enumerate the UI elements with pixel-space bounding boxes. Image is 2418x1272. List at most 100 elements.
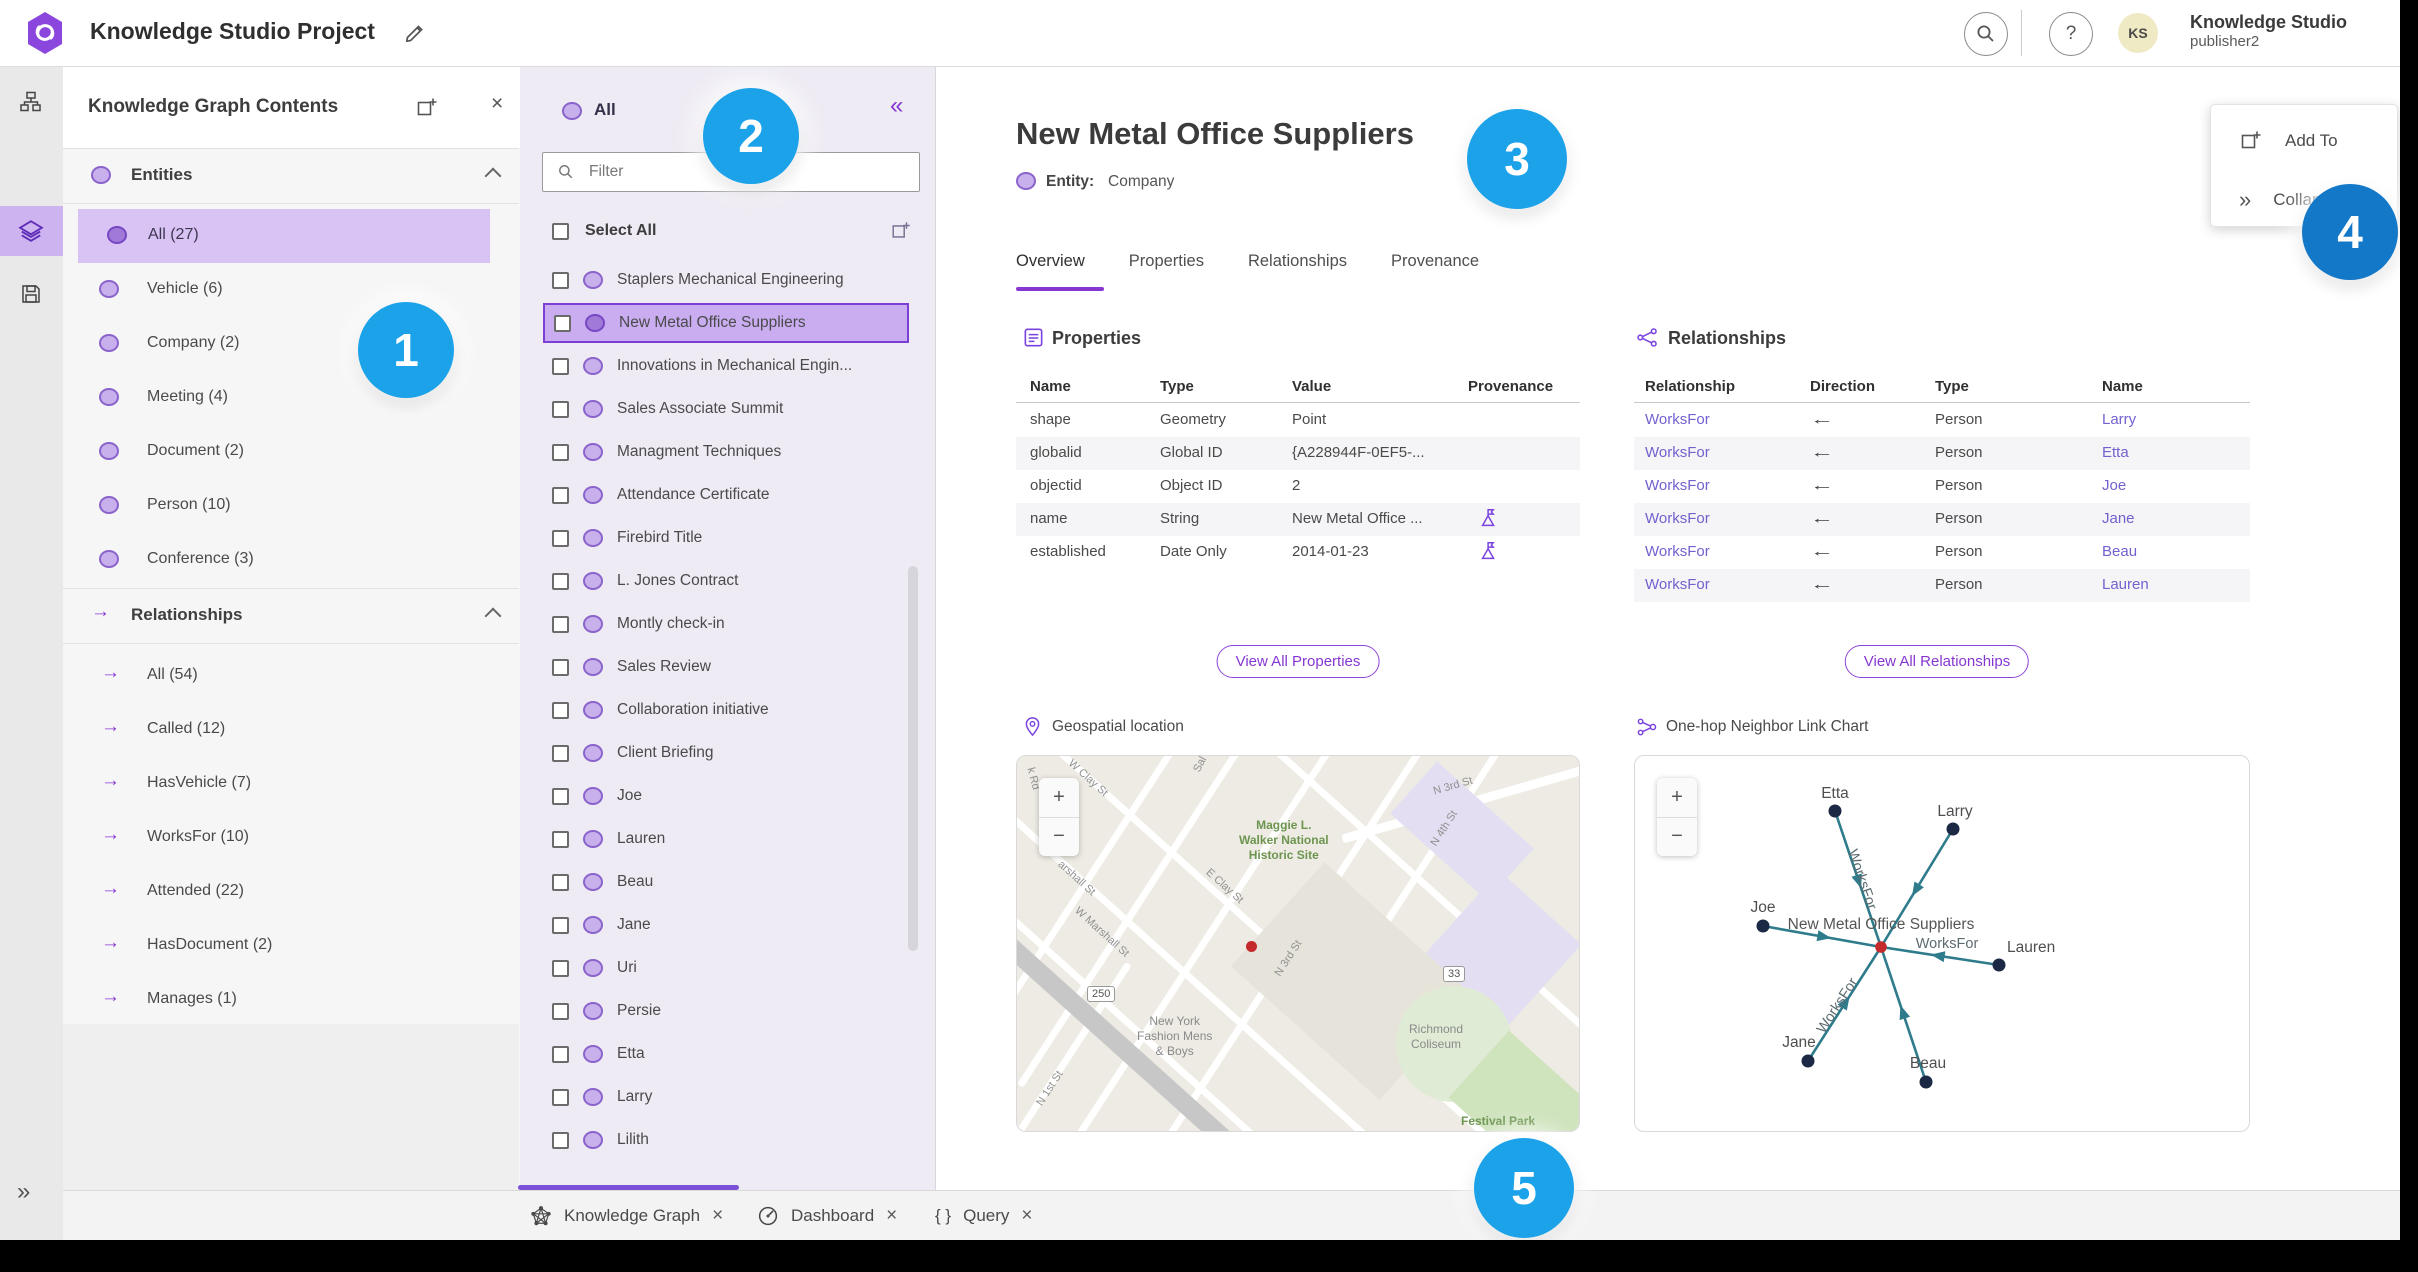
sidebar-item-entity[interactable]: Document (2) bbox=[63, 425, 519, 479]
tab-provenance[interactable]: Provenance bbox=[1391, 252, 1479, 271]
link-chart-card[interactable]: WorksFor WorksFor WorksFor Etta Larry Joe Laur… bbox=[1634, 755, 2250, 1132]
list-item[interactable]: Joe bbox=[532, 776, 922, 816]
sidebar-item-relationship[interactable]: → Called (12) bbox=[63, 703, 519, 757]
table-row[interactable]: objectid Object ID 2 bbox=[1016, 470, 1580, 503]
list-item[interactable]: Collaboration initiative bbox=[532, 690, 922, 730]
collapse-panel-button[interactable]: « bbox=[890, 92, 903, 120]
table-row[interactable]: name String New Metal Office ... bbox=[1016, 503, 1580, 536]
cell-relationship[interactable]: WorksFor bbox=[1645, 477, 1710, 494]
close-panel-button[interactable]: × bbox=[491, 92, 503, 116]
item-checkbox[interactable] bbox=[552, 1002, 569, 1020]
table-row[interactable]: established Date Only 2014-01-23 bbox=[1016, 536, 1580, 569]
table-row[interactable]: WorksFor ← Person Jane bbox=[1634, 503, 2250, 536]
item-checkbox[interactable] bbox=[552, 1088, 569, 1106]
add-to-map-button[interactable] bbox=[415, 96, 439, 120]
table-row[interactable]: globalid Global ID {A228944F-0EF5-... bbox=[1016, 437, 1580, 470]
view-tab-query[interactable]: { } Query × bbox=[935, 1191, 1033, 1241]
cell-relationship[interactable]: WorksFor bbox=[1645, 411, 1710, 428]
list-item[interactable]: Larry bbox=[532, 1077, 922, 1117]
sidebar-item-relationship[interactable]: → Attended (22) bbox=[63, 865, 519, 919]
zoom-out-button[interactable]: − bbox=[1657, 818, 1697, 857]
sidebar-item-entity[interactable]: Conference (3) bbox=[63, 533, 519, 587]
menu-item-add-to[interactable]: Add To bbox=[2239, 129, 2338, 153]
list-item[interactable]: Persie bbox=[532, 991, 922, 1031]
item-checkbox[interactable] bbox=[552, 271, 569, 289]
view-tab-dashboard[interactable]: Dashboard × bbox=[757, 1191, 897, 1241]
zoom-in-button[interactable]: + bbox=[1039, 778, 1079, 818]
item-checkbox[interactable] bbox=[552, 916, 569, 934]
contents-tool-button[interactable] bbox=[11, 211, 51, 251]
sidebar-item-relationship[interactable]: → All (54) bbox=[63, 649, 519, 703]
sidebar-item-entity[interactable]: Person (10) bbox=[63, 479, 519, 533]
table-row[interactable]: WorksFor ← Person Lauren bbox=[1634, 569, 2250, 602]
map-canvas[interactable]: k Rd W Clay St Sal N 3rd St N 4th St Maggie L… bbox=[1017, 756, 1579, 1131]
cell-name[interactable]: Jane bbox=[2102, 510, 2135, 527]
chevron-up-icon[interactable] bbox=[484, 167, 502, 185]
list-item[interactable]: Attendance Certificate bbox=[532, 475, 922, 515]
item-checkbox[interactable] bbox=[552, 787, 569, 805]
avatar[interactable]: KS bbox=[2118, 13, 2158, 53]
item-checkbox[interactable] bbox=[552, 400, 569, 418]
item-checkbox[interactable] bbox=[552, 701, 569, 719]
item-checkbox[interactable] bbox=[552, 959, 569, 977]
list-item[interactable]: Lilith bbox=[532, 1120, 922, 1160]
cell-name[interactable]: Joe bbox=[2102, 477, 2126, 494]
close-tab-icon[interactable]: × bbox=[712, 1205, 723, 1227]
item-checkbox[interactable] bbox=[552, 1045, 569, 1063]
expand-rail-button[interactable]: » bbox=[17, 1178, 30, 1206]
sidebar-item-relationship[interactable]: → WorksFor (10) bbox=[63, 811, 519, 865]
zoom-out-button[interactable]: − bbox=[1039, 818, 1079, 857]
zoom-in-button[interactable]: + bbox=[1657, 778, 1697, 818]
tab-properties[interactable]: Properties bbox=[1129, 252, 1204, 271]
cell-relationship[interactable]: WorksFor bbox=[1645, 444, 1710, 461]
item-checkbox[interactable] bbox=[552, 572, 569, 590]
table-row[interactable]: WorksFor ← Person Beau bbox=[1634, 536, 2250, 569]
edit-title-icon[interactable] bbox=[402, 20, 428, 46]
provenance-flag-icon[interactable] bbox=[1478, 507, 1500, 529]
list-item[interactable]: Montly check-in bbox=[532, 604, 922, 644]
item-checkbox[interactable] bbox=[554, 314, 571, 332]
cell-name[interactable]: Lauren bbox=[2102, 576, 2149, 593]
table-row[interactable]: shape Geometry Point bbox=[1016, 404, 1580, 437]
view-all-relationships-button[interactable]: View All Relationships bbox=[1844, 645, 2030, 678]
tab-overview[interactable]: Overview bbox=[1016, 252, 1085, 271]
list-item[interactable]: Jane bbox=[532, 905, 922, 945]
list-item[interactable]: Lauren bbox=[532, 819, 922, 859]
item-checkbox[interactable] bbox=[552, 1131, 569, 1149]
cell-relationship[interactable]: WorksFor bbox=[1645, 510, 1710, 527]
chevron-up-icon[interactable] bbox=[484, 607, 502, 625]
geospatial-map[interactable]: k Rd W Clay St Sal N 3rd St N 4th St Maggie L… bbox=[1016, 755, 1580, 1132]
sidebar-item-entity[interactable]: Vehicle (6) bbox=[63, 263, 519, 317]
list-item[interactable]: Firebird Title bbox=[532, 518, 922, 558]
select-all-checkbox[interactable] bbox=[552, 222, 569, 240]
item-checkbox[interactable] bbox=[552, 443, 569, 461]
add-selection-button[interactable] bbox=[890, 220, 912, 242]
user-block[interactable]: Knowledge Studio publisher2 bbox=[2190, 12, 2347, 50]
cell-provenance[interactable] bbox=[1478, 540, 1500, 562]
cell-name[interactable]: Beau bbox=[2102, 543, 2137, 560]
list-item[interactable]: Sales Review bbox=[532, 647, 922, 687]
close-tab-icon[interactable]: × bbox=[1021, 1205, 1032, 1227]
sidebar-item-relationship[interactable]: → HasVehicle (7) bbox=[63, 757, 519, 811]
list-item[interactable]: L. Jones Contract bbox=[532, 561, 922, 601]
list-item[interactable]: Etta bbox=[532, 1034, 922, 1074]
list-item[interactable]: Uri bbox=[532, 948, 922, 988]
item-checkbox[interactable] bbox=[552, 658, 569, 676]
select-all-row[interactable]: Select All bbox=[552, 214, 912, 248]
cell-provenance[interactable] bbox=[1478, 507, 1500, 529]
sidebar-item-relationship[interactable]: → Manages (1) bbox=[63, 973, 519, 1027]
help-button[interactable]: ? bbox=[2049, 12, 2093, 56]
scrollbar-thumb[interactable] bbox=[908, 566, 918, 951]
tab-relationships[interactable]: Relationships bbox=[1248, 252, 1347, 271]
relationships-section-header[interactable]: → Relationships bbox=[63, 588, 519, 644]
link-chart-canvas[interactable]: WorksFor WorksFor WorksFor Etta Larry Joe Laur… bbox=[1635, 756, 2250, 1132]
schema-tool-button[interactable] bbox=[11, 82, 51, 122]
list-item[interactable]: Client Briefing bbox=[532, 733, 922, 773]
item-checkbox[interactable] bbox=[552, 830, 569, 848]
save-tool-button[interactable] bbox=[11, 274, 51, 314]
cell-relationship[interactable]: WorksFor bbox=[1645, 543, 1710, 560]
view-tab-knowledge-graph[interactable]: Knowledge Graph × bbox=[530, 1191, 723, 1241]
list-item[interactable]: Sales Associate Summit bbox=[532, 389, 922, 429]
list-item[interactable]: Innovations in Mechanical Engin... bbox=[532, 346, 922, 386]
list-item[interactable]: Staplers Mechanical Engineering bbox=[532, 260, 922, 300]
